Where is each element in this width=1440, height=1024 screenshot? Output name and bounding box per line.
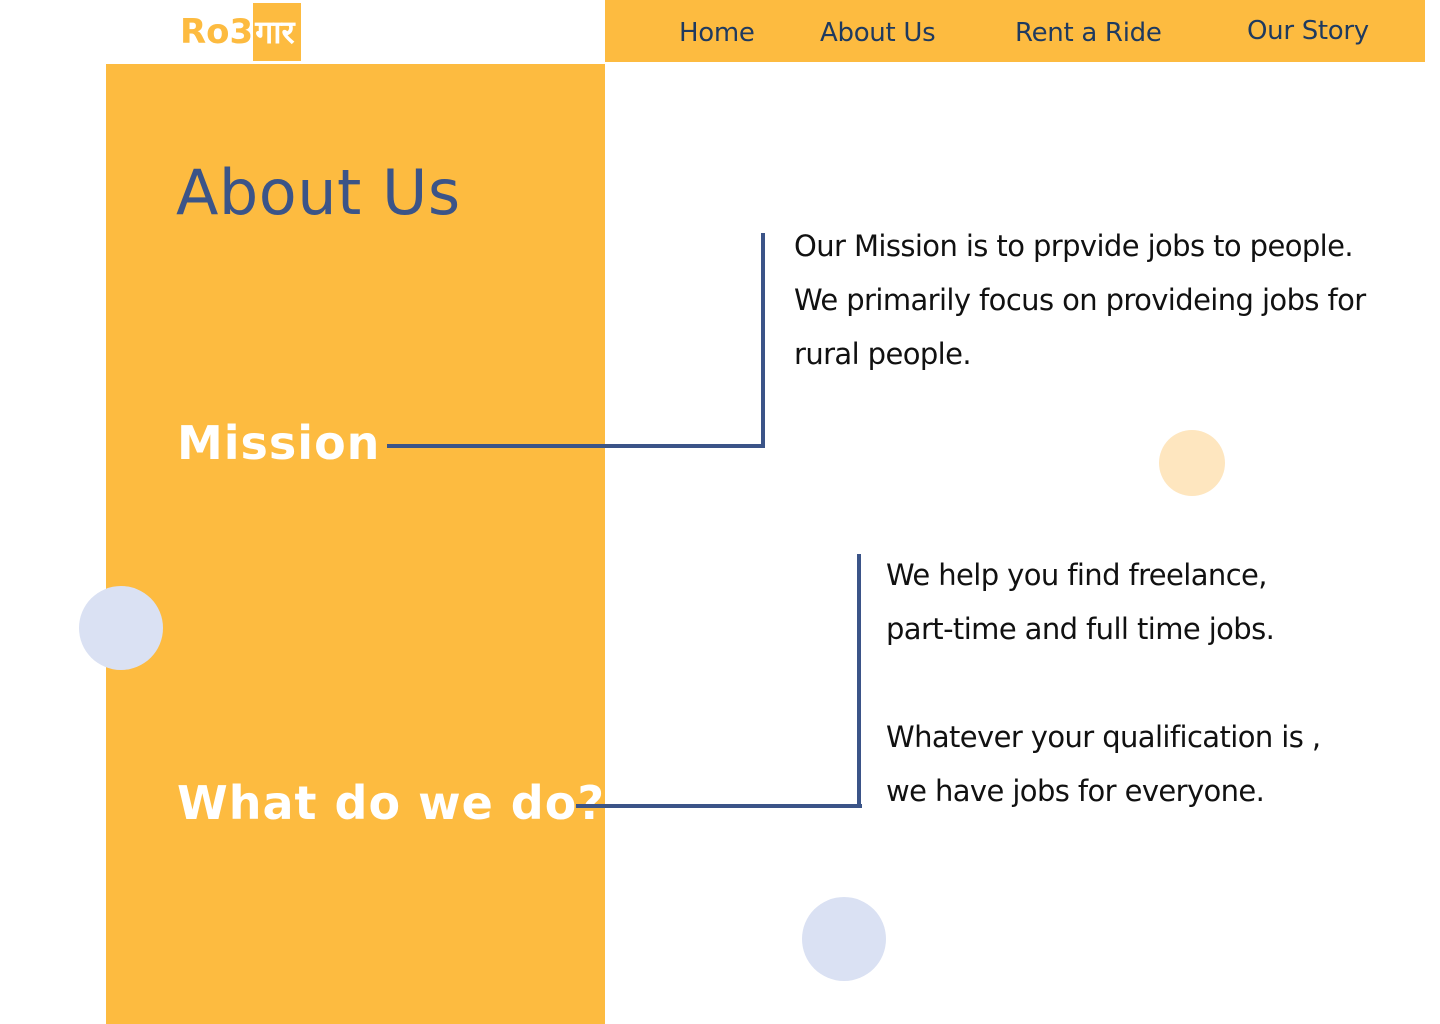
nav-rent-a-ride-link[interactable]: Rent a Ride bbox=[1015, 18, 1162, 48]
nav-about-us-link[interactable]: About Us bbox=[820, 18, 936, 48]
nav-our-story-link[interactable]: Our Story bbox=[1247, 16, 1369, 46]
what-we-do-line-5: we have jobs for everyone. bbox=[886, 774, 1265, 808]
what-we-do-line-4: Whatever your qualification is , bbox=[886, 720, 1321, 754]
mission-line-2: We primarily focus on provideing jobs fo… bbox=[794, 283, 1366, 317]
logo-devanagari-text: गार bbox=[253, 3, 301, 61]
decorative-circle-lavender-left bbox=[79, 586, 163, 670]
what-we-do-description: We help you find freelance, part-time an… bbox=[886, 548, 1321, 818]
brand-logo[interactable]: Ro3 गार bbox=[180, 3, 301, 61]
what-we-do-connector-vertical bbox=[857, 554, 861, 808]
what-we-do-line-2: part-time and full time jobs. bbox=[886, 612, 1275, 646]
what-we-do-connector-horizontal bbox=[576, 804, 862, 808]
decorative-circle-peach bbox=[1159, 430, 1225, 496]
top-navbar: Home About Us Rent a Ride Our Story bbox=[605, 0, 1425, 62]
mission-heading: Mission bbox=[177, 416, 381, 470]
what-we-do-heading: What do we do? bbox=[177, 776, 605, 830]
logo-latin-text: Ro3 bbox=[180, 12, 254, 52]
mission-description: Our Mission is to prpvide jobs to people… bbox=[794, 219, 1366, 381]
decorative-circle-lavender-bottom bbox=[802, 897, 886, 981]
page-title: About Us bbox=[176, 156, 461, 229]
about-page: Ro3 गार Home About Us Rent a Ride Our St… bbox=[0, 0, 1440, 1024]
what-we-do-spacer bbox=[886, 656, 1320, 710]
mission-line-3: rural people. bbox=[794, 337, 972, 371]
mission-connector-vertical bbox=[761, 233, 765, 448]
mission-connector-horizontal bbox=[387, 444, 765, 448]
nav-home-link[interactable]: Home bbox=[679, 18, 755, 48]
mission-line-1: Our Mission is to prpvide jobs to people… bbox=[794, 229, 1354, 263]
what-we-do-line-1: We help you find freelance, bbox=[886, 558, 1268, 592]
